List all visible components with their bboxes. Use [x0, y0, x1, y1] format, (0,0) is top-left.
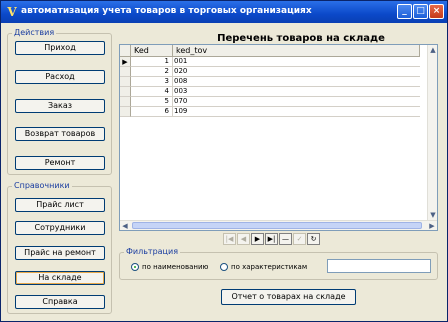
horizontal-scroll-thumb[interactable]	[132, 222, 422, 229]
order-button[interactable]: Заказ	[15, 99, 105, 113]
help-button[interactable]: Справка	[15, 295, 105, 309]
scroll-up-arrow-icon[interactable]: ▲	[428, 45, 438, 55]
minimize-button[interactable]: _	[397, 4, 412, 19]
filter-group-label: Фильтрация	[124, 247, 181, 256]
stock-grid[interactable]: Ked ked_tov ▶ 1 001 2 020 3 008 4 003 5 …	[119, 44, 438, 231]
stock-report-button[interactable]: Отчет о товарах на складе	[221, 289, 356, 305]
table-row[interactable]: ▶ 1 001	[120, 57, 420, 67]
table-row[interactable]: 2 020	[120, 67, 420, 77]
stock-list-title: Перечень товаров на складе	[217, 33, 385, 44]
column-header-ked-tov[interactable]: ked_tov	[173, 45, 420, 57]
filter-by-spec-label[interactable]: по характеристикам	[231, 263, 307, 271]
in-stock-button[interactable]: На складе	[15, 271, 105, 285]
post-record-icon[interactable]: ✓	[293, 233, 306, 245]
app-icon: V	[7, 5, 17, 19]
window-title: автоматизация учета товаров в торговых о…	[21, 6, 312, 16]
next-record-icon[interactable]: ▶	[251, 233, 264, 245]
repair-button[interactable]: Ремонт	[15, 156, 105, 170]
return-goods-button[interactable]: Возврат товаров	[15, 127, 105, 141]
cell-ked-tov[interactable]: 003	[173, 87, 420, 97]
row-indicator	[120, 97, 131, 107]
cell-ked[interactable]: 3	[131, 77, 173, 87]
refresh-icon[interactable]: ↻	[307, 233, 320, 245]
close-button[interactable]: ×	[429, 4, 444, 19]
delete-record-icon[interactable]: —	[279, 233, 292, 245]
filter-by-spec-radio[interactable]	[220, 263, 228, 271]
cell-ked-tov[interactable]: 008	[173, 77, 420, 87]
row-indicator	[120, 87, 131, 97]
prior-record-icon[interactable]: ◀	[237, 233, 250, 245]
filter-by-name-radio[interactable]	[131, 263, 139, 271]
income-button[interactable]: Приход	[15, 41, 105, 55]
table-row[interactable]: 4 003	[120, 87, 420, 97]
table-row[interactable]: 6 109	[120, 107, 420, 117]
employees-button[interactable]: Сотрудники	[15, 221, 105, 235]
cell-ked[interactable]: 6	[131, 107, 173, 117]
vertical-scrollbar[interactable]: ▲ ▼	[427, 45, 437, 220]
maximize-button[interactable]: □	[413, 4, 428, 19]
filter-by-name-label[interactable]: по наименованию	[142, 263, 208, 271]
title-bar[interactable]: V автоматизация учета товаров в торговых…	[1, 1, 447, 23]
cell-ked-tov[interactable]: 070	[173, 97, 420, 107]
cell-ked-tov[interactable]: 020	[173, 67, 420, 77]
expense-button[interactable]: Расход	[15, 70, 105, 84]
cell-ked[interactable]: 1	[131, 57, 173, 67]
main-window: V автоматизация учета товаров в торговых…	[0, 0, 448, 322]
scroll-right-arrow-icon[interactable]: ▶	[427, 221, 437, 231]
first-record-icon[interactable]: |◀	[223, 233, 236, 245]
repair-price-button[interactable]: Прайс на ремонт	[15, 246, 105, 260]
scroll-down-arrow-icon[interactable]: ▼	[428, 210, 438, 220]
price-list-button[interactable]: Прайс лист	[15, 198, 105, 212]
column-header-ked[interactable]: Ked	[131, 45, 173, 57]
filter-value-input[interactable]	[327, 259, 431, 273]
grid-header: Ked ked_tov	[120, 45, 437, 57]
current-row-indicator-icon: ▶	[120, 57, 131, 67]
table-row[interactable]: 3 008	[120, 77, 420, 87]
horizontal-scrollbar[interactable]: ◀ ▶	[120, 220, 437, 230]
last-record-icon[interactable]: ▶|	[265, 233, 278, 245]
row-indicator	[120, 77, 131, 87]
table-row[interactable]: 5 070	[120, 97, 420, 107]
cell-ked-tov[interactable]: 109	[173, 107, 420, 117]
reference-group-label: Справочники	[12, 181, 72, 190]
grid-corner	[120, 45, 131, 57]
cell-ked[interactable]: 5	[131, 97, 173, 107]
actions-group-label: Действия	[12, 28, 57, 37]
scroll-left-arrow-icon[interactable]: ◀	[120, 221, 130, 231]
row-indicator	[120, 67, 131, 77]
cell-ked[interactable]: 2	[131, 67, 173, 77]
cell-ked-tov[interactable]: 001	[173, 57, 420, 67]
row-indicator	[120, 107, 131, 117]
cell-ked[interactable]: 4	[131, 87, 173, 97]
